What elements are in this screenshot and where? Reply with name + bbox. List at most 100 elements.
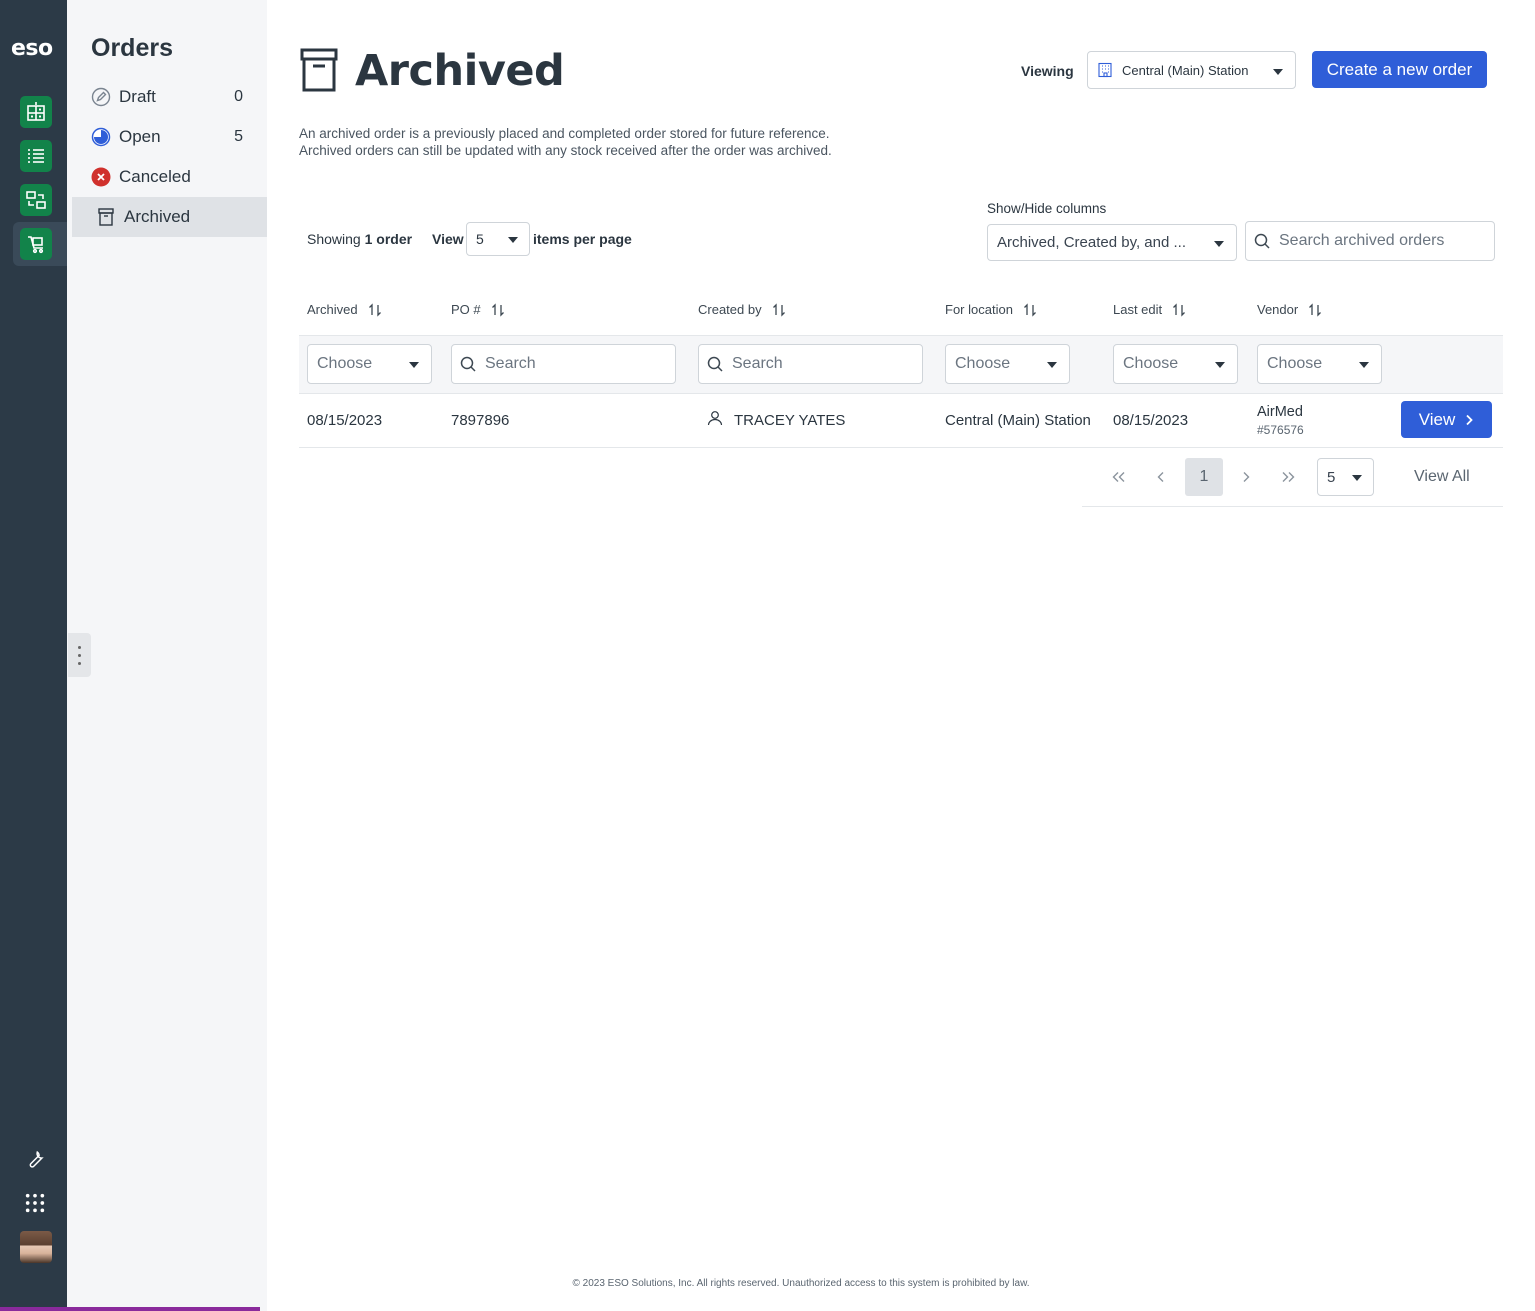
description-line: Archived orders can still be updated wit… (299, 143, 832, 158)
wrench-icon[interactable] (22, 1146, 48, 1172)
items-per-page-label: items per page (533, 231, 632, 247)
subnav-item-draft[interactable]: Draft 0 (72, 77, 267, 117)
subnav-item-label: Open (119, 127, 161, 146)
items-per-page-value: 5 (476, 231, 484, 247)
archived-filter-select[interactable]: Choose (307, 344, 432, 384)
column-header-label: Created by (698, 302, 762, 317)
page-size-select[interactable]: 5 (1317, 458, 1374, 496)
items-per-page-select[interactable]: 5 (466, 222, 530, 256)
show-hide-columns-label: Show/Hide columns (987, 201, 1107, 216)
user-avatar[interactable] (20, 1231, 52, 1263)
sort-icon (368, 302, 381, 317)
column-header-label: PO # (451, 302, 481, 317)
column-header-label: Vendor (1257, 302, 1299, 317)
eso-logo[interactable]: eso (11, 36, 53, 61)
add-grid-icon[interactable] (20, 96, 52, 128)
location-select[interactable]: Central (Main) Station (1087, 51, 1296, 89)
created-by-filter-search[interactable] (698, 344, 923, 384)
page-number-current[interactable]: 1 (1185, 458, 1223, 496)
x-circle-icon (91, 167, 111, 187)
archive-title-icon (300, 48, 338, 92)
column-header-vendor[interactable]: Vendor (1257, 302, 1322, 317)
subnav-item-canceled[interactable]: Canceled (72, 157, 267, 197)
search-icon (460, 356, 476, 372)
orders-subnav: Orders Draft 0 Open 5 Canceled Archived (67, 0, 267, 1311)
cell-vendor-name: AirMed (1257, 404, 1303, 420)
subnav-title: Orders (91, 34, 173, 62)
sort-icon (491, 302, 504, 317)
po-filter-search[interactable] (451, 344, 676, 384)
prev-page-icon[interactable] (1142, 458, 1180, 496)
sort-icon (1023, 302, 1036, 317)
bottom-accent-line (0, 1307, 260, 1311)
view-all-link[interactable]: View All (1414, 468, 1470, 486)
column-header-label: Archived (307, 302, 358, 317)
view-button-label: View (1418, 409, 1456, 429)
filter-placeholder: Choose (1123, 355, 1179, 372)
subnav-item-label: Canceled (119, 167, 191, 186)
column-header-last-edit[interactable]: Last edit (1113, 302, 1186, 317)
column-header-label: Last edit (1113, 302, 1163, 317)
chevron-down-icon (409, 362, 419, 368)
archive-box-icon (96, 207, 116, 227)
dot (78, 653, 81, 657)
showing-prefix: Showing (307, 231, 361, 247)
building-icon (1098, 62, 1112, 78)
chevron-down-icon (1352, 475, 1362, 481)
subnav-item-open[interactable]: Open 5 (72, 117, 267, 157)
show-hide-columns-select[interactable]: Archived, Created by, and ... (987, 224, 1237, 261)
po-search-input[interactable] (485, 355, 675, 373)
vendor-filter-select[interactable]: Choose (1257, 344, 1382, 384)
column-header-label: For location (945, 302, 1013, 317)
cell-archived-date: 08/15/2023 (307, 412, 383, 429)
subnav-item-label: Draft (119, 87, 156, 106)
create-order-button[interactable]: Create a new order (1312, 51, 1487, 88)
first-page-icon[interactable] (1100, 458, 1138, 496)
last-page-icon[interactable] (1269, 458, 1307, 496)
filter-placeholder: Choose (955, 355, 1011, 372)
collapse-handle[interactable] (68, 633, 91, 677)
transfer-icon[interactable] (20, 184, 52, 216)
column-header-created-by[interactable]: Created by (698, 302, 786, 317)
sort-icon (1309, 302, 1322, 317)
filter-placeholder: Choose (317, 355, 373, 372)
location-filter-select[interactable]: Choose (945, 344, 1070, 384)
cell-vendor-number: #576576 (1257, 423, 1304, 437)
column-header-for-location[interactable]: For location (945, 302, 1037, 317)
cell-last-edit: 08/15/2023 (1113, 412, 1189, 429)
showing-count: Showing 1 order (307, 231, 412, 247)
created-by-search-input[interactable] (732, 355, 922, 373)
search-archived-orders[interactable] (1245, 221, 1495, 261)
subnav-item-label: Archived (124, 207, 191, 226)
column-header-po[interactable]: PO # (451, 302, 505, 317)
search-icon (1254, 233, 1270, 249)
cart-icon[interactable] (20, 228, 52, 260)
next-page-icon[interactable] (1227, 458, 1265, 496)
subnav-item-archived[interactable]: Archived (72, 197, 267, 237)
page-description: An archived order is a previously placed… (299, 125, 832, 159)
sort-icon (772, 302, 785, 317)
location-select-value: Central (Main) Station (1122, 62, 1249, 78)
chevron-down-icon (1273, 69, 1283, 75)
list-icon[interactable] (20, 140, 52, 172)
dot (78, 661, 81, 665)
search-input[interactable] (1279, 232, 1494, 250)
viewing-label: Viewing (1021, 63, 1074, 79)
dot (78, 645, 81, 649)
last-edit-filter-select[interactable]: Choose (1113, 344, 1238, 384)
sort-icon (1173, 302, 1186, 317)
page-title: Archived (355, 46, 565, 96)
cell-po-number: 7897896 (451, 412, 510, 429)
chevron-down-icon (1215, 362, 1225, 368)
apps-grid-icon[interactable] (22, 1190, 48, 1216)
cell-location: Central (Main) Station (945, 412, 1091, 429)
cell-created-by: TRACEY YATES (734, 412, 846, 429)
footer-copyright: © 2023 ESO Solutions, Inc. All rights re… (572, 1278, 1030, 1289)
pagination: 1 5 View All (1082, 458, 1503, 507)
page-size-value: 5 (1327, 468, 1336, 486)
chevron-right-icon (1466, 414, 1474, 425)
column-header-archived[interactable]: Archived (307, 302, 382, 317)
pencil-circle-icon (91, 87, 111, 107)
chevron-down-icon (1214, 241, 1224, 247)
view-order-button[interactable]: View (1401, 401, 1492, 438)
